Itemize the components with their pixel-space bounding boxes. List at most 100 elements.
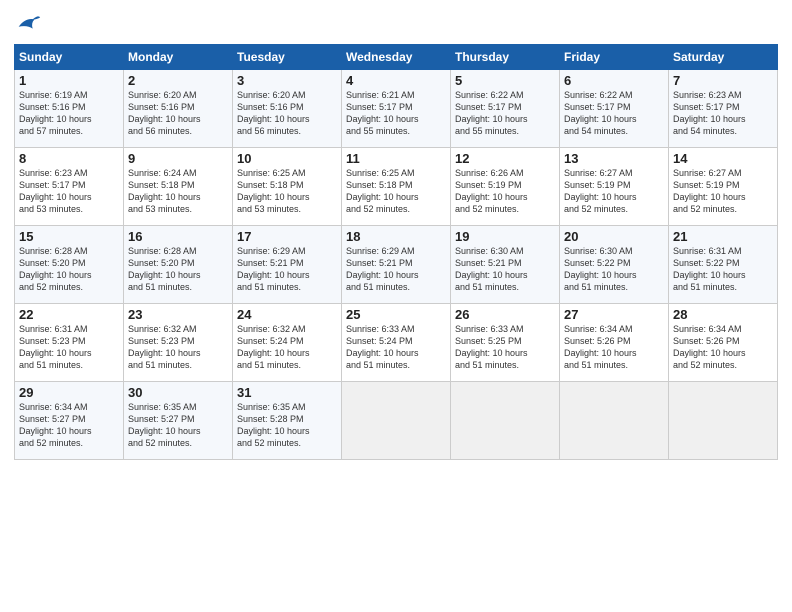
day-number: 9 (128, 151, 228, 166)
day-number: 29 (19, 385, 119, 400)
day-info: Sunrise: 6:28 AMSunset: 5:20 PMDaylight:… (128, 245, 228, 294)
day-number: 18 (346, 229, 446, 244)
calendar-cell: 9Sunrise: 6:24 AMSunset: 5:18 PMDaylight… (124, 148, 233, 226)
day-number: 8 (19, 151, 119, 166)
day-info: Sunrise: 6:20 AMSunset: 5:16 PMDaylight:… (237, 89, 337, 138)
calendar-cell (669, 382, 778, 460)
day-info: Sunrise: 6:33 AMSunset: 5:25 PMDaylight:… (455, 323, 555, 372)
page-container: SundayMondayTuesdayWednesdayThursdayFrid… (0, 0, 792, 468)
day-info: Sunrise: 6:32 AMSunset: 5:24 PMDaylight:… (237, 323, 337, 372)
calendar-cell: 31Sunrise: 6:35 AMSunset: 5:28 PMDayligh… (233, 382, 342, 460)
calendar-cell (560, 382, 669, 460)
day-number: 11 (346, 151, 446, 166)
day-number: 14 (673, 151, 773, 166)
day-info: Sunrise: 6:22 AMSunset: 5:17 PMDaylight:… (564, 89, 664, 138)
week-row-5: 29Sunrise: 6:34 AMSunset: 5:27 PMDayligh… (15, 382, 778, 460)
day-info: Sunrise: 6:27 AMSunset: 5:19 PMDaylight:… (564, 167, 664, 216)
day-number: 17 (237, 229, 337, 244)
day-number: 23 (128, 307, 228, 322)
day-info: Sunrise: 6:27 AMSunset: 5:19 PMDaylight:… (673, 167, 773, 216)
calendar-cell: 5Sunrise: 6:22 AMSunset: 5:17 PMDaylight… (451, 70, 560, 148)
day-number: 13 (564, 151, 664, 166)
day-number: 28 (673, 307, 773, 322)
calendar-cell: 25Sunrise: 6:33 AMSunset: 5:24 PMDayligh… (342, 304, 451, 382)
calendar-cell: 6Sunrise: 6:22 AMSunset: 5:17 PMDaylight… (560, 70, 669, 148)
day-info: Sunrise: 6:30 AMSunset: 5:21 PMDaylight:… (455, 245, 555, 294)
day-info: Sunrise: 6:35 AMSunset: 5:28 PMDaylight:… (237, 401, 337, 450)
day-number: 20 (564, 229, 664, 244)
calendar-cell: 4Sunrise: 6:21 AMSunset: 5:17 PMDaylight… (342, 70, 451, 148)
calendar-table: SundayMondayTuesdayWednesdayThursdayFrid… (14, 44, 778, 460)
day-number: 6 (564, 73, 664, 88)
day-info: Sunrise: 6:32 AMSunset: 5:23 PMDaylight:… (128, 323, 228, 372)
calendar-cell: 13Sunrise: 6:27 AMSunset: 5:19 PMDayligh… (560, 148, 669, 226)
day-info: Sunrise: 6:29 AMSunset: 5:21 PMDaylight:… (346, 245, 446, 294)
day-number: 19 (455, 229, 555, 244)
calendar-cell: 23Sunrise: 6:32 AMSunset: 5:23 PMDayligh… (124, 304, 233, 382)
col-header-tuesday: Tuesday (233, 45, 342, 70)
col-header-monday: Monday (124, 45, 233, 70)
day-info: Sunrise: 6:19 AMSunset: 5:16 PMDaylight:… (19, 89, 119, 138)
col-header-friday: Friday (560, 45, 669, 70)
day-info: Sunrise: 6:30 AMSunset: 5:22 PMDaylight:… (564, 245, 664, 294)
day-info: Sunrise: 6:21 AMSunset: 5:17 PMDaylight:… (346, 89, 446, 138)
calendar-cell: 10Sunrise: 6:25 AMSunset: 5:18 PMDayligh… (233, 148, 342, 226)
day-number: 2 (128, 73, 228, 88)
day-number: 21 (673, 229, 773, 244)
day-number: 24 (237, 307, 337, 322)
day-info: Sunrise: 6:24 AMSunset: 5:18 PMDaylight:… (128, 167, 228, 216)
day-info: Sunrise: 6:23 AMSunset: 5:17 PMDaylight:… (673, 89, 773, 138)
calendar-cell: 14Sunrise: 6:27 AMSunset: 5:19 PMDayligh… (669, 148, 778, 226)
day-number: 3 (237, 73, 337, 88)
day-number: 10 (237, 151, 337, 166)
day-info: Sunrise: 6:22 AMSunset: 5:17 PMDaylight:… (455, 89, 555, 138)
day-number: 25 (346, 307, 446, 322)
day-info: Sunrise: 6:25 AMSunset: 5:18 PMDaylight:… (237, 167, 337, 216)
day-info: Sunrise: 6:34 AMSunset: 5:26 PMDaylight:… (564, 323, 664, 372)
calendar-cell: 29Sunrise: 6:34 AMSunset: 5:27 PMDayligh… (15, 382, 124, 460)
col-header-sunday: Sunday (15, 45, 124, 70)
day-info: Sunrise: 6:25 AMSunset: 5:18 PMDaylight:… (346, 167, 446, 216)
day-number: 5 (455, 73, 555, 88)
day-number: 4 (346, 73, 446, 88)
day-number: 1 (19, 73, 119, 88)
calendar-cell: 16Sunrise: 6:28 AMSunset: 5:20 PMDayligh… (124, 226, 233, 304)
calendar-cell: 12Sunrise: 6:26 AMSunset: 5:19 PMDayligh… (451, 148, 560, 226)
day-number: 16 (128, 229, 228, 244)
day-info: Sunrise: 6:35 AMSunset: 5:27 PMDaylight:… (128, 401, 228, 450)
day-number: 27 (564, 307, 664, 322)
day-info: Sunrise: 6:26 AMSunset: 5:19 PMDaylight:… (455, 167, 555, 216)
day-info: Sunrise: 6:31 AMSunset: 5:23 PMDaylight:… (19, 323, 119, 372)
calendar-cell: 19Sunrise: 6:30 AMSunset: 5:21 PMDayligh… (451, 226, 560, 304)
calendar-cell: 26Sunrise: 6:33 AMSunset: 5:25 PMDayligh… (451, 304, 560, 382)
calendar-cell: 8Sunrise: 6:23 AMSunset: 5:17 PMDaylight… (15, 148, 124, 226)
calendar-cell (342, 382, 451, 460)
col-header-wednesday: Wednesday (342, 45, 451, 70)
calendar-cell (451, 382, 560, 460)
day-number: 22 (19, 307, 119, 322)
calendar-cell: 24Sunrise: 6:32 AMSunset: 5:24 PMDayligh… (233, 304, 342, 382)
col-header-thursday: Thursday (451, 45, 560, 70)
week-row-3: 15 Sunrise: 6:28 AMSunset: 5:20 PMDayligh… (15, 226, 778, 304)
day-number: 7 (673, 73, 773, 88)
day-number: 15 (19, 229, 119, 244)
day-info: Sunrise: 6:34 AMSunset: 5:27 PMDaylight:… (19, 401, 119, 450)
calendar-cell: 28Sunrise: 6:34 AMSunset: 5:26 PMDayligh… (669, 304, 778, 382)
col-header-saturday: Saturday (669, 45, 778, 70)
day-info: Sunrise: 6:29 AMSunset: 5:21 PMDaylight:… (237, 245, 337, 294)
day-number: 31 (237, 385, 337, 400)
calendar-cell: 15Sunrise: 6:28 AMSunset: 5:20 PMDayligh… (15, 226, 124, 304)
week-row-2: 8Sunrise: 6:23 AMSunset: 5:17 PMDaylight… (15, 148, 778, 226)
calendar-cell: 27Sunrise: 6:34 AMSunset: 5:26 PMDayligh… (560, 304, 669, 382)
logo (14, 10, 46, 38)
week-row-4: 22Sunrise: 6:31 AMSunset: 5:23 PMDayligh… (15, 304, 778, 382)
day-info: Sunrise: 6:23 AMSunset: 5:17 PMDaylight:… (19, 167, 119, 216)
calendar-cell: 18Sunrise: 6:29 AMSunset: 5:21 PMDayligh… (342, 226, 451, 304)
header-row: SundayMondayTuesdayWednesdayThursdayFrid… (15, 45, 778, 70)
day-number: 26 (455, 307, 555, 322)
day-info: Sunrise: 6:20 AMSunset: 5:16 PMDaylight:… (128, 89, 228, 138)
day-number: 12 (455, 151, 555, 166)
calendar-cell: 1Sunrise: 6:19 AMSunset: 5:16 PMDaylight… (15, 70, 124, 148)
calendar-cell: 17Sunrise: 6:29 AMSunset: 5:21 PMDayligh… (233, 226, 342, 304)
calendar-cell: 30Sunrise: 6:35 AMSunset: 5:27 PMDayligh… (124, 382, 233, 460)
